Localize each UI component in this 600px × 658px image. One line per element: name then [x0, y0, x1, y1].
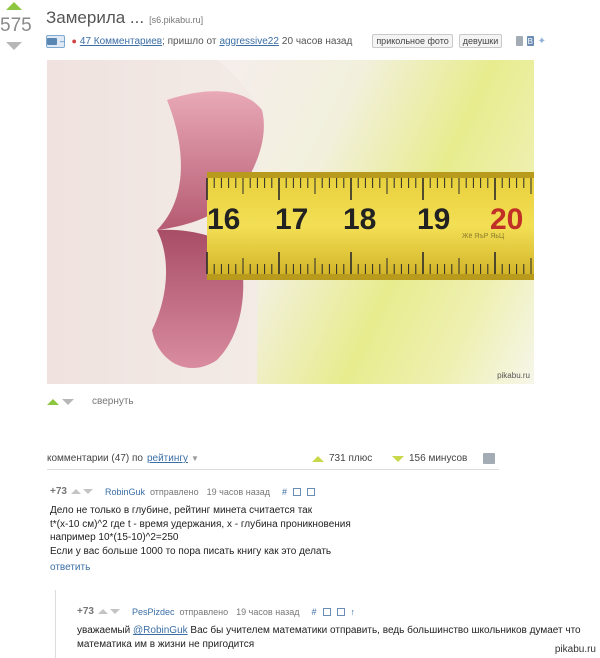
comment-sent-label: отправлено: [150, 486, 199, 497]
minus-counter: 156 минусов: [392, 453, 467, 464]
comment-line: t*(x-10 см)^2 где t - время удержания, x…: [50, 518, 351, 530]
post-time: 20 часов назад: [281, 35, 353, 47]
post-downvote-small-icon[interactable]: [62, 398, 74, 405]
ruler-brand: Жё ЯъР ЯьЦ: [462, 233, 505, 240]
comment-collapse-icon[interactable]: [293, 487, 301, 496]
comment-rating: +73: [50, 486, 67, 497]
post-collapse-row: свернуть: [47, 396, 134, 407]
comment-permalink-icon[interactable]: #: [311, 607, 316, 617]
author-link[interactable]: aggressive22: [219, 36, 278, 47]
comment-body: Дело не только в глубине, рейтинг минета…: [50, 504, 550, 558]
comment-upvote-icon[interactable]: [97, 609, 108, 614]
ruler-number: 17: [275, 203, 309, 236]
downvote-arrow-icon[interactable]: [6, 42, 22, 50]
comment-save-icon[interactable]: [307, 487, 315, 496]
ruler-number: 16: [207, 203, 241, 236]
reply-link[interactable]: ответить: [50, 562, 550, 573]
parent-comment-arrow-icon[interactable]: ↑: [351, 607, 356, 617]
comments-link[interactable]: 47 Комментариев: [80, 36, 162, 47]
image-watermark: pikabu.ru: [497, 371, 530, 380]
comment: +73 RobinGuk отправлено 19 часов назад #…: [50, 486, 550, 573]
comment-text: Вас бы учителем математики отправить, ве…: [190, 625, 581, 636]
comment-line: например 10*(15-10)^2=250: [50, 532, 179, 543]
plus-counter: 731 плюс: [312, 453, 372, 464]
post-source: [s6.pikabu.ru]: [149, 15, 204, 25]
comment-body: уважаемый @RobinGuk Вас бы учителем мате…: [77, 624, 597, 651]
ruler-number: 20: [490, 203, 524, 236]
post-title[interactable]: Замерила ...: [46, 8, 144, 28]
post-image[interactable]: 16 17 18 19 20 Жё ЯъР ЯьЦ pikabu.ru: [47, 60, 534, 384]
comment-downvote-icon[interactable]: [82, 489, 93, 494]
chevron-down-icon[interactable]: ▼: [191, 454, 199, 463]
comment-thread-line: [55, 590, 56, 658]
twitter-icon[interactable]: ✦: [538, 36, 546, 47]
minus-arrow-icon: [392, 455, 404, 462]
comment-line: Если у вас больше 1000 то пора писать кн…: [50, 545, 332, 557]
upvote-arrow-icon[interactable]: [6, 2, 22, 10]
comment-header: +73 PesPizdec отправлено 19 часов назад …: [77, 606, 597, 617]
collapse-link[interactable]: свернуть: [92, 396, 134, 407]
site-watermark: pikabu.ru: [554, 644, 596, 655]
save-button[interactable]: –: [46, 34, 66, 48]
comment-permalink-icon[interactable]: #: [282, 487, 287, 497]
save-icon[interactable]: [516, 36, 523, 46]
comment-downvote-icon[interactable]: [109, 609, 120, 614]
comment-rating: +73: [77, 606, 94, 617]
comments-header: комментарии (47) по рейтингу ▼ 731 плюс …: [47, 448, 499, 470]
comment-save-icon[interactable]: [336, 607, 345, 616]
ruler-number: 19: [417, 203, 451, 236]
tag-funny-photo[interactable]: прикольное фото: [372, 34, 453, 48]
comment-line: математика им в жизни не пригодится: [77, 638, 255, 650]
post-meta: – ● 47 Комментариев ; пришло от aggressi…: [46, 34, 546, 48]
comment-sent-label: отправлено: [179, 606, 229, 617]
comment-time: 19 часов назад: [206, 486, 270, 497]
comment-author[interactable]: PesPizdec: [132, 607, 175, 617]
strawberry-icon: ●: [71, 36, 77, 46]
post-header: Замерила ... [s6.pikabu.ru] – ● 47 Комме…: [46, 8, 546, 48]
image-icon[interactable]: [483, 453, 495, 464]
comment-collapse-icon[interactable]: [322, 607, 331, 616]
sort-by-rating-link[interactable]: рейтингу: [147, 453, 188, 464]
comments-count-label: комментарии (47) по: [47, 453, 143, 464]
comment-text: уважаемый: [77, 625, 131, 636]
ruler-number: 18: [343, 203, 377, 236]
comment-header: +73 RobinGuk отправлено 19 часов назад #: [50, 486, 550, 497]
comment-author[interactable]: RobinGuk: [105, 487, 145, 497]
posted-by-text: ; пришло от: [162, 35, 217, 47]
tag-girls[interactable]: девушки: [458, 34, 503, 48]
comment: +73 PesPizdec отправлено 19 часов назад …: [77, 606, 597, 651]
mention-link[interactable]: @RobinGuk: [133, 625, 188, 636]
post-upvote-small-icon[interactable]: [47, 398, 59, 405]
comment-time: 19 часов назад: [236, 606, 300, 617]
comment-upvote-icon[interactable]: [70, 489, 81, 494]
camera-icon: [47, 37, 57, 45]
vk-icon[interactable]: B: [526, 36, 534, 46]
post-rating: 575: [0, 15, 32, 36]
post-vote-column: 575: [0, 2, 32, 50]
comment-line: Дело не только в глубине, рейтинг минета…: [50, 505, 313, 516]
plus-arrow-icon: [312, 455, 324, 462]
